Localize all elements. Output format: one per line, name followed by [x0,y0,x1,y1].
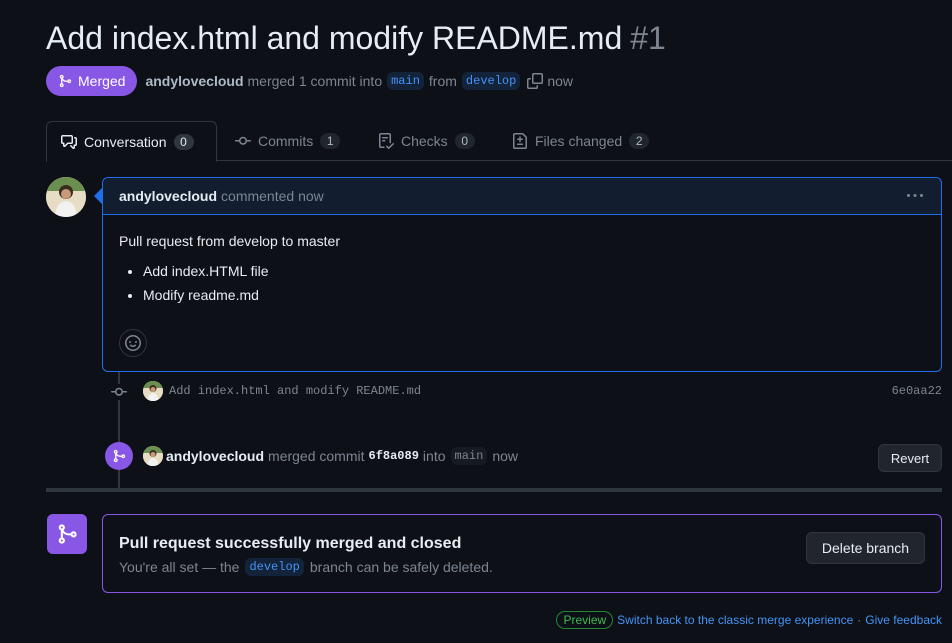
kebab-horizontal-icon[interactable] [907,188,923,205]
merged-state-label: Merged [78,73,126,89]
deletable-branch-chip[interactable]: develop [245,558,304,576]
switch-classic-link[interactable]: Switch back to the classic merge experie… [617,613,853,627]
comment-discussion-icon [61,135,77,149]
pr-action-text: merged 1 commit into [247,73,383,89]
comment-arrow [94,188,102,204]
pr-number: #1 [630,20,666,56]
pr-tabs: Conversation 0 Commits 1 Checks 0 Files … [46,121,952,162]
tab-files-changed[interactable]: Files changed 2 [498,121,663,161]
pr-time: now [547,73,574,89]
comment-body: Pull request from develop to master Add … [103,215,941,329]
merge-status-box: Pull request successfully merged and clo… [102,514,942,593]
merge-status-sub-before: You're all set — the [119,559,240,575]
tab-checks-label: Checks [401,133,448,149]
comment-header: andylovecloud commented now [103,178,941,215]
tab-files-changed-count: 2 [629,133,650,149]
list-item: Modify readme.md [143,287,925,303]
tab-conversation[interactable]: Conversation 0 [46,121,217,162]
tab-files-changed-label: Files changed [535,133,623,149]
smiley-icon [125,335,141,351]
commit-sha-link[interactable]: 6e0aa22 [892,384,942,398]
merge-status-icon [47,514,87,554]
comment-author[interactable]: andylovecloud [119,188,217,204]
commit-author-avatar[interactable] [143,381,163,401]
delete-branch-button[interactable]: Delete branch [806,532,925,564]
from-text: from [428,73,457,89]
merged-state-badge: Merged [46,66,138,96]
git-commit-icon [111,384,127,400]
comment-list: Add index.HTML file Modify readme.md [119,263,925,303]
copy-icon[interactable] [527,73,544,89]
tab-commits[interactable]: Commits 1 [221,121,354,161]
merger-avatar[interactable] [143,446,163,466]
revert-button[interactable]: Revert [878,444,942,472]
head-branch-chip[interactable]: develop [461,72,521,90]
merge-experience-footer: Preview Switch back to the classic merge… [556,611,942,629]
commit-message-link[interactable]: Add index.html and modify README.md [169,384,421,398]
tab-conversation-label: Conversation [84,134,167,150]
file-diff-icon [513,133,527,149]
merge-commit-sha-link[interactable]: 6f8a089 [369,449,419,463]
base-branch-chip[interactable]: main [387,72,424,90]
list-item: Add index.HTML file [143,263,925,279]
merge-status-title: Pull request successfully merged and clo… [119,535,462,552]
comment-meta: commented now [221,188,324,204]
comment-box: andylovecloud commented now Pull request… [102,177,942,372]
add-reaction-button[interactable] [119,329,147,357]
timeline-divider [46,488,942,492]
merge-event-badge [105,442,133,470]
tab-checks-count: 0 [454,133,475,149]
pr-title-text: Add index.html and modify README.md [46,20,623,56]
git-commit-icon [235,136,251,145]
merge-status-subtitle: You're all set — the develop branch can … [119,558,493,576]
pr-meta: Merged andylovecloud merged 1 commit int… [46,66,578,96]
merge-author-link[interactable]: andylovecloud [166,448,264,464]
pr-title: Add index.html and modify README.md #1 [46,20,666,57]
git-merge-icon [59,74,72,88]
comment-intro: Pull request from develop to master [119,233,340,249]
pr-author-link[interactable]: andylovecloud [145,73,243,89]
merge-event-text: andylovecloud merged commit 6f8a089 into… [166,447,518,465]
git-merge-icon [58,524,77,544]
git-merge-icon [113,449,126,463]
preview-badge: Preview [556,611,614,629]
merge-event-text2: into [422,448,446,464]
merge-event-time: now [492,448,518,464]
merge-status-sub-after: branch can be safely deleted. [309,559,493,575]
merge-target-branch[interactable]: main [450,447,488,465]
footer-separator: · [857,613,862,627]
tab-commits-count: 1 [320,133,341,149]
comment-author-avatar[interactable] [46,177,86,217]
give-feedback-link[interactable]: Give feedback [865,613,942,627]
tab-conversation-count: 0 [173,134,194,150]
checklist-icon [379,133,394,149]
merge-event-text1: merged commit [268,448,365,464]
tab-commits-label: Commits [258,133,314,149]
tab-checks[interactable]: Checks 0 [364,121,489,161]
